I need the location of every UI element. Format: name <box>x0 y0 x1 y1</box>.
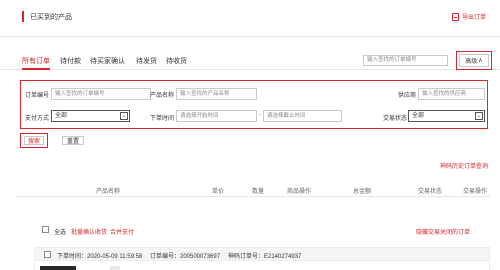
col-trade-actions: 交易操作 <box>463 189 488 195</box>
search-button[interactable]: 搜索 <box>24 136 44 145</box>
merge-payment-link[interactable]: 合并支付 <box>110 227 134 236</box>
export-orders-link[interactable]: 导出订单 <box>452 11 486 22</box>
order-time-start-input[interactable]: 请选择开始时间 <box>176 110 257 122</box>
product-thumbnail[interactable] <box>40 266 76 270</box>
date-range-separator: - <box>259 112 261 118</box>
order-no-label: 订单编号 <box>25 93 50 99</box>
pay-method-value: 全部 <box>55 113 68 119</box>
bulk-confirm-receipt-link[interactable]: 批量确认收货 <box>71 227 107 236</box>
supplier-input[interactable]: 输入查找的供应商 <box>418 88 485 100</box>
col-total-amount: 总金额 <box>353 189 372 195</box>
order-number-search-input[interactable]: 输入查找的订单编号 <box>363 55 448 66</box>
product-name-input[interactable]: 输入查找的产品名称 <box>176 88 257 100</box>
tab-all-orders[interactable]: 所有订单 <box>22 56 50 66</box>
supplier-label: 供应商 <box>398 93 417 99</box>
order-no-input[interactable]: 输入查找的订单编号 <box>51 88 151 100</box>
product-thumbnail-secondary <box>110 266 120 270</box>
tab-pending-payment[interactable]: 待付款 <box>60 56 81 66</box>
col-unit-price: 单价 <box>212 189 225 195</box>
page-title: 已买到的产品 <box>30 14 72 21</box>
advanced-search-button[interactable]: 高级 ∧ <box>459 54 489 67</box>
tab-pending-buyer-confirm[interactable]: 待买家确认 <box>90 56 125 66</box>
page-header <box>0 0 500 37</box>
advanced-filter-panel: 订单编号 输入查找的订单编号 产品名称 输入查找的产品名称 供应商 输入查找的供… <box>20 80 488 129</box>
col-product-actions: 商品操作 <box>287 189 312 195</box>
order-time: 下单时间：2020-05-09 11:59:58 <box>57 254 143 260</box>
export-icon <box>452 12 459 21</box>
order-number: 订单编号：200500073697 <box>150 254 221 260</box>
select-all-checkbox[interactable] <box>42 226 49 233</box>
col-quantity: 数量 <box>252 189 265 195</box>
product-name-label: 产品名称 <box>150 93 175 99</box>
trade-status-label: 交易状态 <box>383 116 408 122</box>
col-trade-status: 交易状态 <box>418 189 443 195</box>
bulk-actions-row: 全选 批量确认收货 合并支付 隐藏交易关闭的订单 <box>16 222 490 238</box>
chevron-down-icon: ⌄ <box>475 112 483 120</box>
tab-pending-shipment[interactable]: 待发货 <box>136 56 157 66</box>
tab-pending-receipt[interactable]: 待收货 <box>166 56 187 66</box>
col-product-name: 产品名称 <box>96 189 121 195</box>
order-time-label: 下单时间 <box>150 116 175 122</box>
advanced-search-label: 高级 <box>465 59 478 65</box>
chevron-up-icon: ∧ <box>478 58 483 64</box>
pay-method-select[interactable]: 全部 ⌄ <box>51 110 130 122</box>
order-checkbox[interactable] <box>44 251 51 258</box>
title-accent-bar <box>22 11 24 22</box>
order-header-row: 下单时间：2020-05-09 11:59:58 订单编号：2005000736… <box>34 247 490 261</box>
order-time-end-input[interactable]: 请选择截止时间 <box>263 110 342 122</box>
shenma-order-number: 神码订单号：E2140274937 <box>228 254 302 260</box>
pay-method-label: 支付方式 <box>25 116 50 122</box>
trade-status-value: 全部 <box>412 113 425 119</box>
order-body <box>34 263 490 270</box>
reset-button[interactable]: 重置 <box>62 136 84 145</box>
chevron-down-icon: ⌄ <box>120 112 128 120</box>
hide-closed-orders-link[interactable]: 隐藏交易关闭的订单 <box>416 227 470 236</box>
table-header: 产品名称 单价 数量 商品操作 总金额 交易状态 交易操作 <box>16 181 490 197</box>
shenma-history-orders-link[interactable]: 神码历史订单查询 <box>440 161 488 170</box>
select-all-label: 全选 <box>54 230 67 236</box>
export-orders-label: 导出订单 <box>462 15 487 21</box>
trade-status-select[interactable]: 全部 ⌄ <box>408 110 485 122</box>
active-tab-underline <box>22 68 50 70</box>
